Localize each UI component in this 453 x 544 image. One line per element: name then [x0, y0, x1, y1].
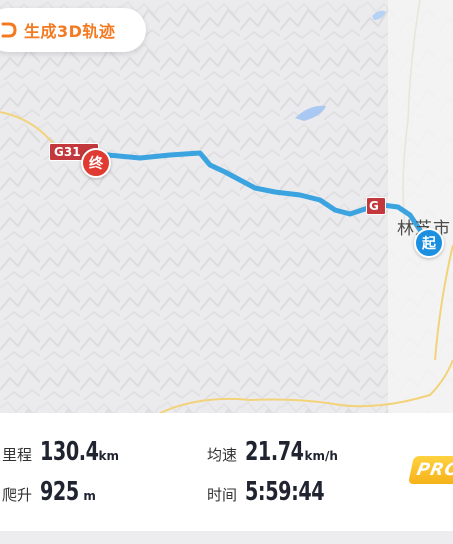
footer-strip [0, 531, 453, 544]
pro-badge[interactable]: PRO [408, 456, 453, 484]
distance-label: 里程 [2, 446, 33, 464]
duration-value: 5:59:44 [245, 477, 325, 507]
avg-speed-stat: 均速 21.74 km/h [207, 437, 338, 467]
climb-unit: m [83, 489, 96, 503]
avg-speed-label: 均速 [207, 446, 238, 464]
generate-3d-track-button[interactable]: 生成3D轨迹 [0, 8, 146, 52]
avg-speed-value: 21.74 [245, 437, 304, 467]
3d-track-icon [1, 22, 17, 38]
stats-panel: 里程 130.4 km 爬升 925 m 均速 21.74 km/h 时间 5:… [0, 413, 453, 531]
start-marker[interactable]: 起 [414, 228, 444, 258]
distance-value: 130.4 [40, 437, 99, 467]
route-map[interactable]: G31 G 林芝市 终 起 生成3D轨迹 [0, 0, 453, 413]
distance-stat: 里程 130.4 km [2, 437, 119, 467]
climb-value: 925 [40, 477, 79, 507]
avg-speed-unit: km/h [304, 449, 338, 463]
climb-stat: 爬升 925 m [2, 477, 96, 507]
distance-unit: km [98, 449, 119, 463]
road-shield: G [366, 197, 386, 215]
pro-badge-label: PRO [414, 460, 453, 480]
climb-label: 爬升 [2, 486, 33, 504]
duration-stat: 时间 5:59:44 [207, 477, 342, 507]
duration-label: 时间 [207, 486, 238, 504]
generate-3d-label: 生成3D轨迹 [24, 22, 116, 41]
end-marker[interactable]: 终 [81, 148, 111, 178]
